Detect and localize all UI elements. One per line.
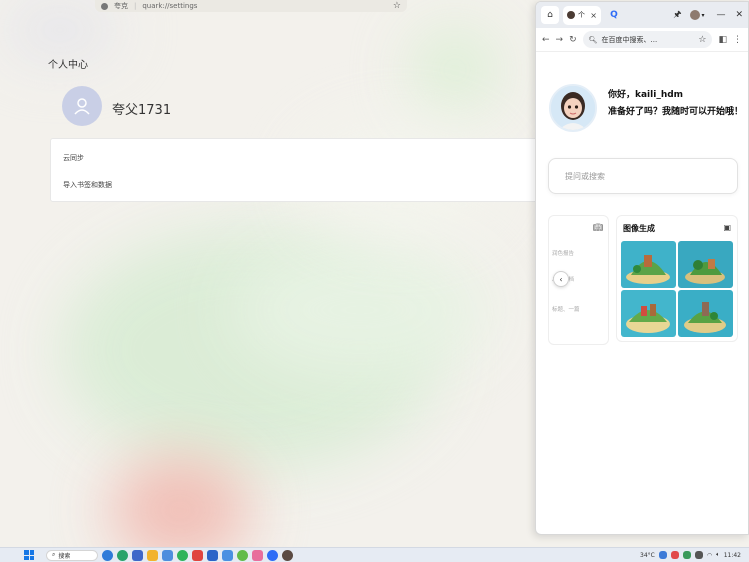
pin-icon[interactable]: 🖈 [668, 6, 686, 24]
image-card-icon: ▣ [723, 223, 731, 232]
wifi-icon[interactable]: ◠ [707, 552, 712, 559]
quark-app-icon[interactable] [267, 549, 278, 561]
faded-text: 标题、一篇 [552, 307, 580, 313]
quark-tab-icon[interactable]: Q [605, 6, 623, 24]
reload-icon[interactable]: ↻ [569, 35, 577, 45]
system-tray: 34°C ◠ 🔈︎ 11:42 [640, 551, 741, 559]
tab-active[interactable]: 个 × [563, 5, 601, 25]
settings-panel: 个人中心 夸父1731 云同步 导入书签和数据 [30, 38, 540, 208]
app-icon[interactable] [282, 549, 293, 561]
profile-avatar-icon [690, 10, 701, 20]
bookmark-star-icon[interactable]: ☆ [698, 35, 706, 45]
taskbar: ⌕ 搜索 34°C ◠ 🔈︎ 11:42 [0, 547, 749, 562]
minimize-icon[interactable]: — [716, 10, 725, 20]
tab-favicon-icon [567, 11, 575, 19]
app-icon[interactable] [252, 549, 263, 561]
user-avatar-icon[interactable] [62, 86, 102, 126]
app-icon[interactable] [222, 549, 233, 561]
close-window-icon[interactable]: ✕ [735, 10, 743, 20]
file-explorer-icon[interactable] [147, 549, 158, 561]
clock-time[interactable]: 11:42 [724, 552, 741, 559]
home-tab-icon[interactable]: ⌂ [541, 6, 559, 24]
weather-text[interactable]: 34°C [640, 552, 655, 559]
greeting-subtitle: 准备好了吗？我随时可以开始哦！ [608, 107, 744, 117]
app-icon[interactable] [132, 549, 143, 561]
carousel-prev-button[interactable]: ‹ [553, 271, 569, 287]
search-icon: 🔍︎ [588, 35, 598, 44]
site-info-icon[interactable] [101, 2, 108, 10]
taskbar-search-label: 搜索 [58, 552, 71, 560]
search-icon: ⌕ [52, 551, 56, 558]
app-icon[interactable] [207, 549, 218, 561]
forward-arrow-icon[interactable]: → [556, 35, 564, 45]
chevron-down-icon: ▾ [701, 11, 705, 19]
assistant-panel: 你好，kaili_hdm 准备好了吗？我随时可以开始哦！ 提问或搜索 📖︎ 润色… [536, 52, 748, 532]
windows-start-icon[interactable] [24, 550, 34, 560]
volume-icon[interactable]: 🔈︎ [716, 551, 720, 559]
taskbar-search[interactable]: ⌕ 搜索 [46, 549, 98, 561]
edge-browser-icon[interactable] [102, 549, 113, 561]
more-menu-icon[interactable]: ⋮ [733, 35, 742, 45]
back-arrow-icon[interactable]: ← [542, 35, 550, 45]
app-icon[interactable] [177, 549, 188, 561]
search-placeholder: 提问或搜索 [565, 171, 605, 181]
wallpaper-blob [230, 240, 490, 380]
user-name: 夸父1731 [112, 103, 172, 118]
image-grid [621, 241, 733, 337]
tab-close-icon[interactable]: × [590, 11, 597, 20]
sidebar-toggle-icon[interactable]: ◧ [718, 35, 727, 45]
book-icon: 📖︎ [592, 223, 603, 232]
address-divider: | [134, 2, 137, 10]
address-label: 夸克 [114, 2, 128, 10]
tray-icon[interactable] [658, 551, 667, 559]
page-title: 个人中心 [48, 60, 88, 71]
profile-chip[interactable]: ▾ [690, 9, 706, 21]
settings-card: 云同步 导入书签和数据 [50, 138, 540, 202]
wallpaper-blob [110, 455, 250, 562]
omnibox[interactable]: 🔍︎ 在百度中搜索、... ☆ [582, 31, 713, 48]
generated-image[interactable] [678, 241, 733, 288]
tab-label: 个 [578, 11, 585, 19]
bookmark-star-icon[interactable]: ☆ [393, 1, 401, 11]
app-icon[interactable] [192, 549, 203, 561]
browser-toolbar: ← → ↻ 🔍︎ 在百度中搜索、... ☆ ◧ ⋮ [536, 28, 748, 52]
chrome-browser-icon[interactable] [117, 549, 128, 561]
generated-image[interactable] [621, 290, 676, 337]
generated-image[interactable] [678, 290, 733, 337]
generated-image[interactable] [621, 241, 676, 288]
browser-window: ⌂ 个 × Q 🖈 ▾ — ✕ ← → ↻ 🔍︎ 在百度中搜索、... ☆ ◧ … [535, 1, 749, 535]
image-generation-card[interactable]: 图像生成 ▣ [616, 215, 738, 342]
app-icon[interactable] [237, 549, 248, 561]
assistant-avatar-icon [549, 84, 597, 132]
address-url[interactable]: quark://settings [142, 2, 197, 10]
greeting-title: 你好，kaili_hdm [608, 90, 684, 100]
tray-icon[interactable] [694, 551, 703, 559]
card-title: 图像生成 [623, 224, 655, 233]
menu-item-cloud-sync[interactable]: 云同步 [63, 153, 84, 163]
tab-strip: ⌂ 个 × Q 🖈 ▾ — ✕ [536, 2, 748, 28]
background-address-bar[interactable]: 夸克 | quark://settings ☆ [95, 0, 407, 12]
menu-item-import-bookmarks[interactable]: 导入书签和数据 [63, 180, 112, 190]
ask-search-input[interactable]: 提问或搜索 [548, 158, 738, 194]
omnibox-placeholder: 在百度中搜索、... [601, 35, 658, 44]
faded-text: 润色报告 [552, 251, 575, 257]
tray-icon[interactable] [670, 551, 679, 559]
app-icon[interactable] [162, 549, 173, 561]
tray-icon[interactable] [682, 551, 691, 559]
